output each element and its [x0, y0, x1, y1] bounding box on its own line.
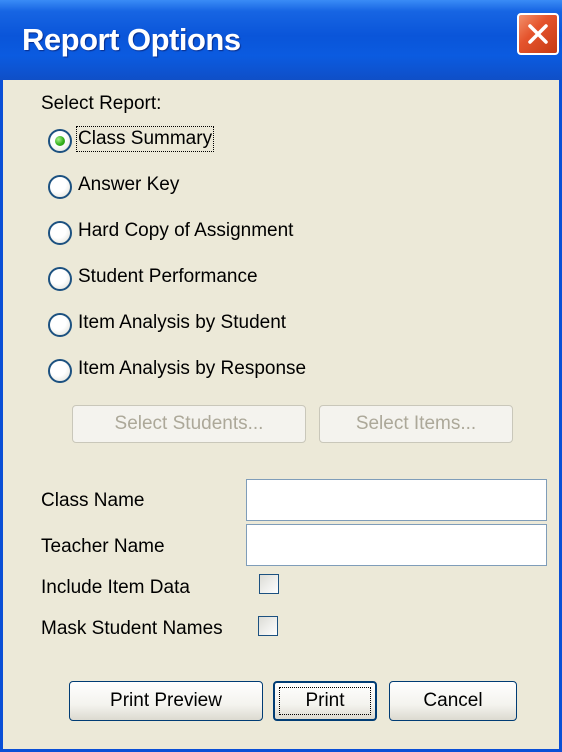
radio-button[interactable]	[48, 313, 72, 337]
close-icon	[528, 24, 548, 44]
radio-label: Student Performance	[78, 266, 258, 287]
class-name-label: Class Name	[41, 490, 145, 511]
radio-label: Answer Key	[78, 174, 180, 195]
select-items-button[interactable]: Select Items...	[319, 405, 513, 443]
radio-selected-dot	[55, 136, 65, 146]
select-report-label: Select Report:	[41, 93, 162, 114]
print-button-label: Print	[305, 690, 345, 711]
print-button[interactable]: Print	[273, 681, 377, 721]
report-options-dialog: Report Options Select Report: Class Summ…	[0, 0, 562, 752]
mask-student-names-label: Mask Student Names	[41, 618, 223, 639]
radio-label: Item Analysis by Student	[78, 312, 287, 333]
teacher-name-label: Teacher Name	[41, 536, 165, 557]
radio-button[interactable]	[48, 267, 72, 291]
close-button[interactable]	[517, 13, 559, 55]
radio-label: Class Summary	[75, 126, 215, 152]
radio-button[interactable]	[48, 359, 72, 383]
class-name-input[interactable]	[246, 479, 547, 521]
radio-button[interactable]	[48, 221, 72, 245]
print-preview-button[interactable]: Print Preview	[69, 681, 263, 721]
window-title: Report Options	[22, 22, 241, 57]
radio-label: Hard Copy of Assignment	[78, 220, 294, 241]
radio-label: Item Analysis by Response	[78, 358, 307, 379]
cancel-button[interactable]: Cancel	[389, 681, 517, 721]
title-bar[interactable]: Report Options	[0, 0, 562, 80]
mask-student-names-checkbox[interactable]	[258, 616, 278, 636]
include-item-data-label: Include Item Data	[41, 577, 190, 598]
radio-button[interactable]	[48, 175, 72, 199]
include-item-data-checkbox[interactable]	[259, 574, 279, 594]
radio-button[interactable]	[48, 129, 72, 153]
teacher-name-input[interactable]	[246, 524, 547, 566]
select-students-button[interactable]: Select Students...	[72, 405, 306, 443]
